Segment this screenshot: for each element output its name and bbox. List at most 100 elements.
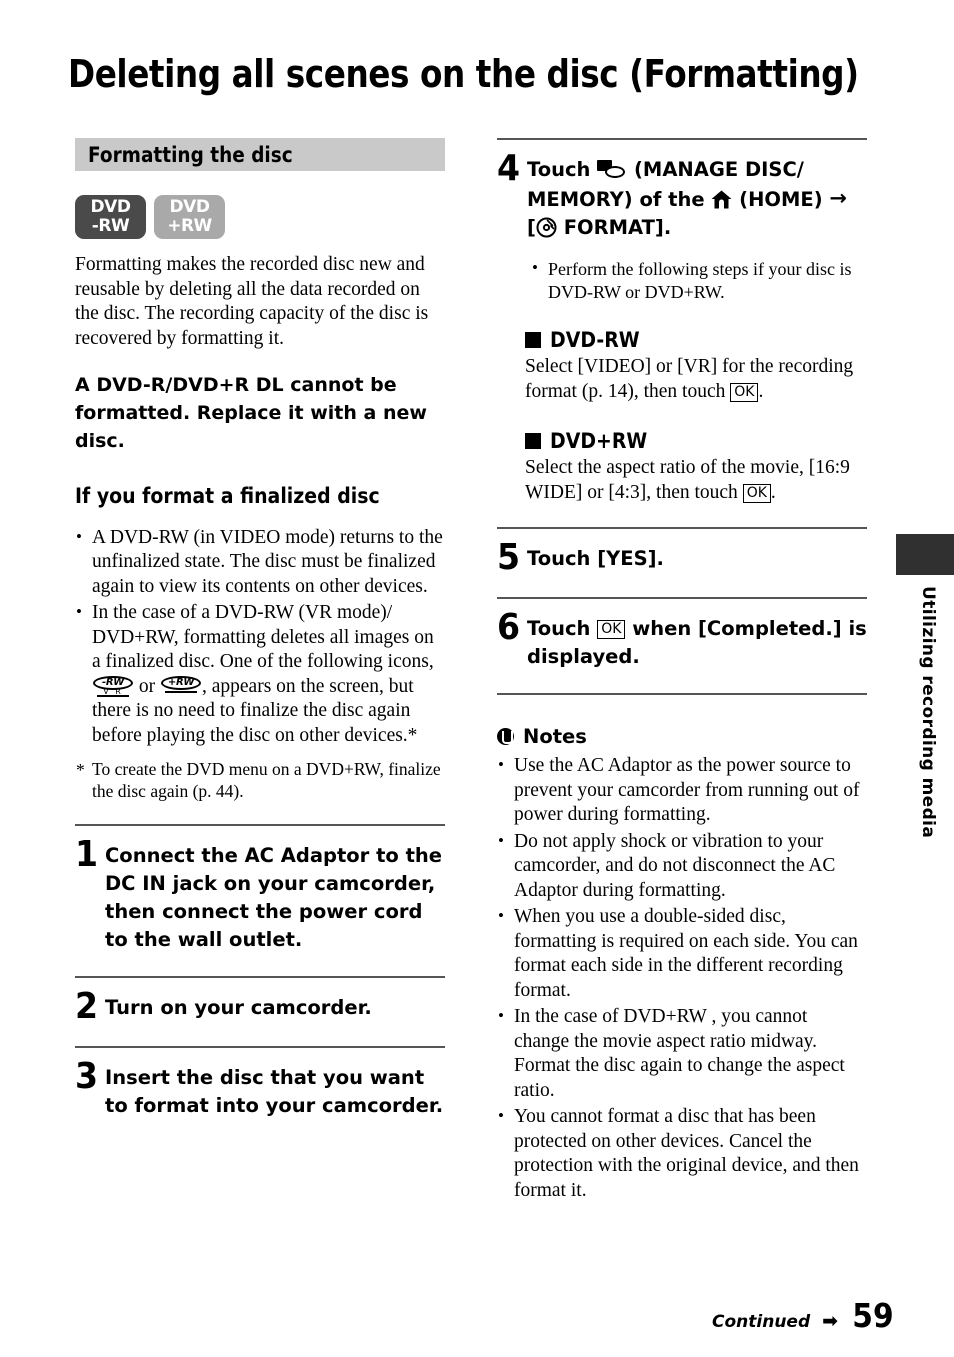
step-3: 3 Insert the disc that you want to forma…	[75, 1056, 445, 1120]
warning-paragraph: A DVD-R/DVD+R DL cannot be formatted. Re…	[75, 373, 427, 452]
note-text: Perform the following steps if your disc…	[548, 259, 852, 302]
arrow-right-icon: →	[829, 186, 848, 210]
bullet-text-mid: or	[134, 675, 160, 697]
body-after-key: .	[770, 481, 776, 503]
step-text: Turn on your camcorder.	[105, 996, 372, 1020]
edge-tab-marker	[896, 534, 954, 575]
arrow-right-icon: ➡	[822, 1310, 839, 1332]
finalized-disc-heading: If you format a finalized disc	[75, 483, 380, 508]
step-number: 1	[75, 834, 99, 876]
list-item: Perform the following steps if your disc…	[531, 257, 867, 303]
page-title: Deleting all scenes on the disc (Formatt…	[68, 52, 859, 97]
step-text: Touch [YES].	[527, 547, 664, 570]
badge-line2: +RW	[167, 216, 212, 236]
step-text: Touch OK when [Completed.] is displayed.	[527, 611, 867, 671]
list-item: You cannot format a disc that has been p…	[497, 1104, 867, 1203]
notes-label: Notes	[523, 725, 587, 748]
note-text: In the case of DVD+RW , you cannot chang…	[514, 1006, 845, 1101]
step-number: 2	[75, 986, 99, 1028]
bullet-text: A DVD-RW (in VIDEO mode) returns to the …	[92, 526, 443, 597]
notes-list: Use the AC Adaptor as the power source t…	[497, 753, 867, 1203]
subsection-body-dvd-plus-rw: Select the aspect ratio of the movie, [1…	[525, 456, 867, 505]
divider	[75, 824, 445, 827]
divider	[497, 693, 867, 695]
step6-text-before-key: Touch	[527, 617, 598, 640]
section-header-bar: Formatting the disc	[75, 138, 445, 171]
badge-dvd-minus-rw: DVD -RW	[75, 195, 146, 239]
continued-label: Continued	[712, 1312, 811, 1332]
left-column: Formatting the disc DVD -RW DVD +RW Form…	[75, 138, 445, 1120]
square-bullet-icon	[525, 332, 541, 348]
note-text: Use the AC Adaptor as the power source t…	[514, 755, 860, 825]
badge-line1: DVD	[90, 197, 131, 217]
rw-underline	[165, 690, 197, 694]
disc-plus-rw-icon: +RW	[161, 675, 201, 698]
divider	[75, 976, 445, 979]
caution-icon	[497, 728, 514, 745]
step-text: Touch (MANAGE DISC/ MEMORY) of the (HOME…	[527, 152, 867, 242]
list-item: Do not apply shock or vibration to your …	[497, 829, 867, 904]
footnote: * To create the DVD menu on a DVD+RW, fi…	[75, 758, 445, 802]
step-6: 6 Touch OK when [Completed.] is displaye…	[497, 607, 867, 671]
bullet-text-part1: In the case of a DVD-RW (VR mode)/ DVD+R…	[92, 602, 434, 673]
divider	[497, 138, 867, 140]
footnote-text: To create the DVD menu on a DVD+RW, fina…	[92, 759, 441, 802]
body-before-key: Select the aspect ratio of the movie, [1…	[525, 457, 850, 503]
subsection-label: DVD-RW	[550, 328, 640, 352]
note-text: When you use a double-sided disc, format…	[514, 906, 858, 1001]
manage-disc-memory-icon	[597, 160, 627, 180]
divider	[497, 597, 867, 599]
note-text: You cannot format a disc that has been p…	[514, 1106, 859, 1201]
list-item: When you use a double-sided disc, format…	[497, 904, 867, 1003]
subsection-heading-dvd-minus-rw: DVD-RW	[525, 327, 867, 353]
subsection-heading-dvd-plus-rw: DVD+RW	[525, 428, 867, 454]
step-5: 5 Touch [YES].	[497, 537, 867, 578]
step-text: Connect the AC Adaptor to the DC IN jack…	[105, 844, 443, 952]
step4-text-before-disc: Touch	[527, 158, 598, 181]
badge-line1: DVD	[169, 197, 210, 217]
right-column: 4 Touch (MANAGE DISC/ MEMORY) of the (HO…	[497, 138, 867, 1205]
format-disc-icon	[536, 217, 557, 238]
rw-oval-label: +RW	[161, 675, 201, 690]
step-text: Insert the disc that you want to format …	[105, 1066, 444, 1118]
disc-type-badges: DVD -RW DVD +RW	[75, 195, 445, 239]
step-number: 3	[75, 1056, 99, 1098]
footnote-marker: *	[76, 760, 85, 781]
step-2: 2 Turn on your camcorder.	[75, 986, 445, 1028]
badge-line2: -RW	[91, 216, 130, 236]
subsection-body-dvd-minus-rw: Select [VIDEO] or [VR] for the recording…	[525, 355, 867, 404]
list-item: In the case of a DVD-RW (VR mode)/ DVD+R…	[75, 600, 445, 748]
step4-format-label: FORMAT].	[556, 216, 672, 239]
page-number: 59	[852, 1296, 894, 1335]
notes-heading: Notes	[497, 725, 867, 748]
list-item: Use the AC Adaptor as the power source t…	[497, 753, 867, 828]
ok-key[interactable]: OK	[597, 620, 626, 639]
step4-text-after-home: (HOME)	[732, 188, 830, 211]
divider	[75, 1046, 445, 1049]
rw-underline	[97, 694, 129, 698]
intro-paragraph: Formatting makes the recorded disc new a…	[75, 254, 429, 349]
divider	[497, 527, 867, 529]
document-page: Deleting all scenes on the disc (Formatt…	[0, 0, 954, 1357]
finalized-disc-bullets: A DVD-RW (in VIDEO mode) returns to the …	[75, 525, 445, 749]
list-item: In the case of DVD+RW , you cannot chang…	[497, 1004, 867, 1103]
step-4: 4 Touch (MANAGE DISC/ MEMORY) of the (HO…	[497, 148, 867, 242]
badge-dvd-plus-rw: DVD +RW	[154, 195, 225, 239]
body-after-key: .	[758, 380, 764, 402]
body-before-key: Select [VIDEO] or [VR] for the recording…	[525, 356, 854, 402]
list-item: A DVD-RW (in VIDEO mode) returns to the …	[75, 525, 445, 600]
ok-key[interactable]: OK	[742, 483, 771, 503]
step-number: 5	[497, 537, 521, 578]
page-footer: Continued ➡ 59	[712, 1296, 896, 1335]
section-header-label: Formatting the disc	[88, 142, 293, 167]
step4-bracket-open: [	[527, 216, 536, 239]
home-icon	[711, 190, 732, 209]
step-1: 1 Connect the AC Adaptor to the DC IN ja…	[75, 834, 445, 954]
step-4-note: Perform the following steps if your disc…	[531, 257, 867, 303]
edge-tab-label: Utilizing recording media	[918, 586, 938, 839]
ok-key[interactable]: OK	[730, 382, 759, 402]
step-number: 6	[497, 607, 521, 648]
note-text: Do not apply shock or vibration to your …	[514, 830, 836, 901]
step-number: 4	[497, 148, 521, 189]
square-bullet-icon	[525, 433, 541, 449]
